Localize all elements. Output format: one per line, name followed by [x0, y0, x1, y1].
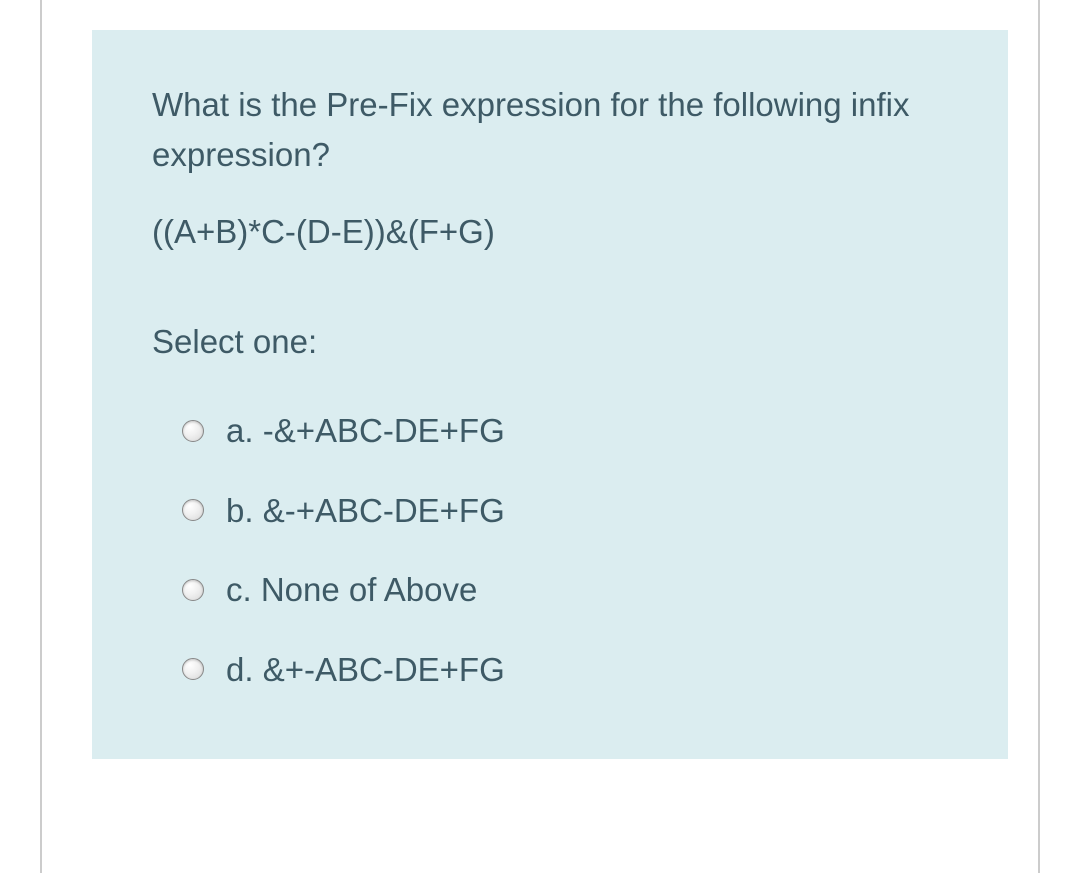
- option-b-radio[interactable]: [182, 499, 204, 521]
- select-one-label: Select one:: [152, 317, 948, 367]
- question-prompt: What is the Pre-Fix expression for the f…: [152, 80, 948, 179]
- option-c-row[interactable]: c. None of Above: [152, 550, 948, 630]
- option-d-text: &+-ABC-DE+FG: [263, 651, 505, 688]
- option-a-letter: a.: [226, 412, 254, 449]
- option-b-label: b. &-+ABC-DE+FG: [226, 486, 505, 536]
- option-a-label: a. -&+ABC-DE+FG: [226, 406, 505, 456]
- option-b-letter: b.: [226, 492, 254, 529]
- option-a-row[interactable]: a. -&+ABC-DE+FG: [152, 391, 948, 471]
- option-b-text: &-+ABC-DE+FG: [263, 492, 505, 529]
- option-c-text: None of Above: [261, 571, 478, 608]
- option-d-label: d. &+-ABC-DE+FG: [226, 645, 505, 695]
- question-box: What is the Pre-Fix expression for the f…: [92, 30, 1008, 759]
- option-d-row[interactable]: d. &+-ABC-DE+FG: [152, 630, 948, 710]
- option-c-label: c. None of Above: [226, 565, 477, 615]
- option-a-text: -&+ABC-DE+FG: [263, 412, 505, 449]
- option-a-radio[interactable]: [182, 420, 204, 442]
- question-container: What is the Pre-Fix expression for the f…: [40, 0, 1040, 873]
- option-d-letter: d.: [226, 651, 254, 688]
- option-d-radio[interactable]: [182, 658, 204, 680]
- infix-expression: ((A+B)*C-(D-E))&(F+G): [152, 207, 948, 257]
- option-b-row[interactable]: b. &-+ABC-DE+FG: [152, 471, 948, 551]
- option-c-letter: c.: [226, 571, 252, 608]
- option-c-radio[interactable]: [182, 579, 204, 601]
